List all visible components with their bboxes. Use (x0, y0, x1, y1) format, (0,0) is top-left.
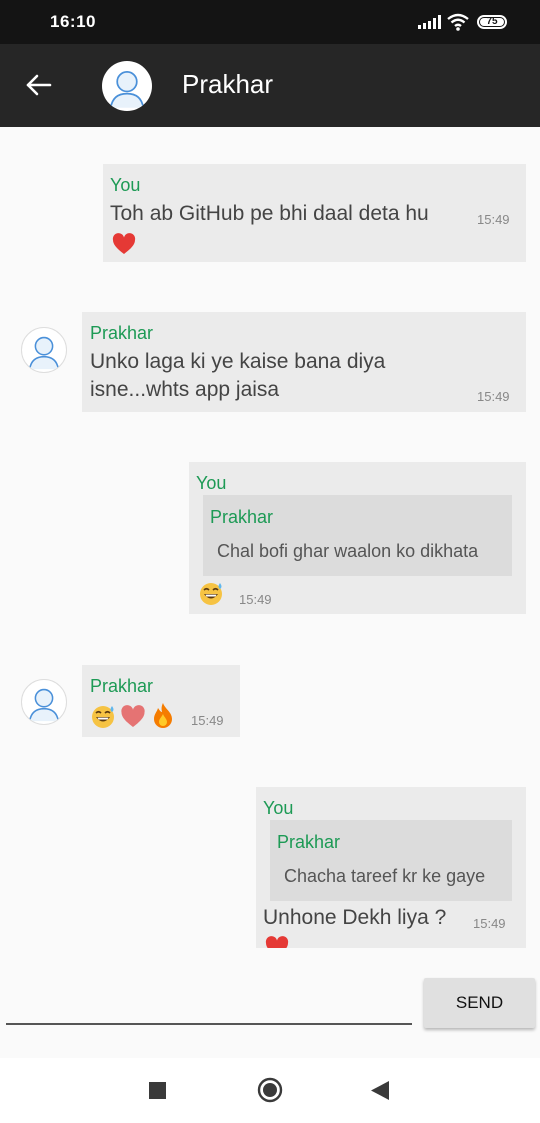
user-avatar-icon (109, 70, 145, 108)
message-time: 15:49 (239, 592, 272, 607)
recents-square-icon[interactable] (149, 1082, 166, 1099)
heart-icon (112, 233, 136, 254)
message-bubble-incoming[interactable]: Prakhar Unko laga ki ye kaise bana diya … (82, 312, 526, 412)
message-sender: You (110, 175, 141, 195)
message-time: 15:49 (191, 713, 224, 728)
message-input-underline (6, 1023, 412, 1025)
contact-name[interactable]: Prakhar (182, 69, 273, 100)
user-avatar-icon (28, 688, 60, 722)
message-bubble-outgoing[interactable]: You Prakhar Chal bofi ghar waalon ko dik… (189, 462, 526, 614)
status-bar: 16:10 75 (0, 0, 540, 44)
quoted-message[interactable]: Prakhar Chacha tareef kr ke gaye (270, 820, 512, 901)
heart-icon (121, 705, 145, 727)
message-sender: You (196, 473, 227, 493)
quoted-text: Chacha tareef kr ke gaye (284, 866, 486, 886)
quoted-sender: Prakhar (210, 507, 274, 527)
contact-avatar[interactable] (21, 327, 67, 373)
send-button[interactable]: SEND (424, 978, 535, 1028)
back-arrow-icon[interactable] (22, 68, 56, 102)
message-sender: Prakhar (90, 323, 154, 343)
quoted-message[interactable]: Prakhar Chal bofi ghar waalon ko dikhata (203, 495, 512, 576)
contact-avatar[interactable] (21, 679, 67, 725)
message-bubble-outgoing[interactable]: You Prakhar Chacha tareef kr ke gaye Unh… (256, 787, 526, 948)
message-time: 15:49 (477, 389, 510, 404)
message-text: Unhone Dekh liya ? (263, 906, 447, 929)
message-text-line: isne...whts app jaisa (90, 378, 280, 401)
back-triangle-icon[interactable] (371, 1081, 389, 1100)
message-bubble-outgoing[interactable]: You Toh ab GitHub pe bhi daal deta hu 15… (103, 164, 526, 262)
status-time: 16:10 (50, 12, 96, 31)
home-circle-icon[interactable] (257, 1077, 283, 1103)
message-sender: You (263, 798, 294, 818)
navigation-bar (0, 1058, 540, 1123)
contact-avatar[interactable] (102, 61, 152, 111)
message-time: 15:49 (473, 916, 506, 931)
message-text-line: Unko laga ki ye kaise bana diya (90, 350, 386, 373)
message-bubble-incoming[interactable]: Prakhar 15:49 (82, 665, 240, 737)
battery-level: 75 (480, 17, 504, 27)
fire-emoji-icon (154, 703, 172, 728)
grin-sweat-emoji-icon (92, 706, 114, 728)
signal-icon (418, 15, 441, 29)
app-bar: Prakhar (0, 44, 540, 127)
message-time: 15:49 (477, 212, 510, 227)
battery-icon: 75 (477, 15, 507, 29)
quoted-sender: Prakhar (277, 832, 341, 852)
message-sender: Prakhar (90, 676, 154, 696)
heart-icon (265, 936, 289, 948)
wifi-icon (447, 13, 469, 31)
message-input[interactable] (6, 985, 414, 1023)
quoted-text: Chal bofi ghar waalon ko dikhata (217, 541, 479, 561)
grin-sweat-emoji-icon (200, 583, 222, 605)
user-avatar-icon (28, 336, 60, 370)
message-text: Toh ab GitHub pe bhi daal deta hu (110, 202, 429, 225)
